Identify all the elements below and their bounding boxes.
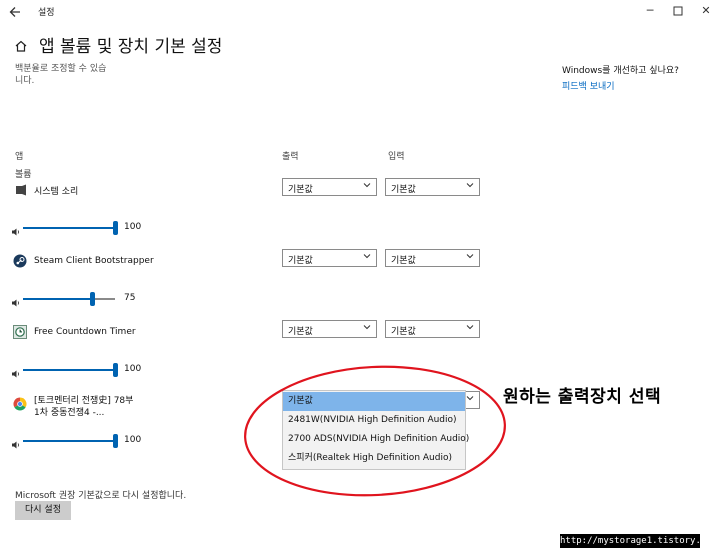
home-icon[interactable]: [14, 38, 28, 52]
dropdown-option-2700ads[interactable]: 2700 ADS(NVIDIA High Definition Audio): [283, 430, 469, 449]
reset-description: Microsoft 권장 기본값으로 다시 설정합니다.: [15, 491, 187, 501]
feedback-question: Windows를 개선하고 싶나요?: [562, 66, 679, 76]
speaker-icon: [11, 222, 21, 236]
output-select-steam[interactable]: 기본값: [282, 249, 377, 267]
column-header-output: 출력: [282, 152, 299, 162]
volume-slider-chrome[interactable]: [23, 440, 115, 442]
chevron-down-icon: [363, 254, 371, 259]
feedback-link[interactable]: 피드백 보내기: [562, 79, 615, 92]
reset-button[interactable]: 다시 설정: [15, 501, 71, 520]
column-header-app: 앱: [15, 152, 24, 162]
annotation-text: 원하는 출력장치 선택: [503, 387, 662, 407]
chevron-down-icon: [363, 325, 371, 330]
chevron-down-icon: [466, 183, 474, 188]
dropdown-option-speaker[interactable]: 스피커(Realtek High Definition Audio): [283, 449, 465, 468]
volume-slider-system-sounds[interactable]: [23, 227, 115, 229]
volume-label: 볼륨: [15, 170, 32, 180]
page-title: 앱 볼륨 및 장치 기본 설정: [39, 37, 223, 57]
volume-value: 75: [124, 293, 136, 303]
input-select-system-sounds[interactable]: 기본값: [385, 178, 480, 196]
volume-slider-rest: [92, 298, 115, 300]
app-name-system-sounds: 시스템 소리: [34, 187, 79, 197]
chevron-down-icon: [466, 254, 474, 259]
chevron-down-icon: [466, 325, 474, 330]
volume-slider-steam[interactable]: [23, 298, 92, 300]
speaker-icon: [11, 435, 21, 449]
chevron-down-icon: [363, 183, 371, 188]
volume-thumb[interactable]: [113, 221, 118, 235]
steam-icon: [13, 253, 27, 268]
chevron-down-icon: [466, 396, 474, 401]
volume-thumb[interactable]: [113, 434, 118, 448]
dropdown-option-default[interactable]: 기본값: [283, 392, 465, 411]
volume-thumb[interactable]: [90, 292, 95, 306]
system-sounds-icon: [14, 182, 28, 196]
title-bar: 설정 ─ ✕: [0, 0, 720, 22]
minimize-icon[interactable]: ─: [640, 3, 660, 19]
chrome-icon: [13, 396, 27, 411]
output-device-dropdown[interactable]: 기본값 2481W(NVIDIA High Definition Audio) …: [282, 390, 469, 470]
timer-icon: [13, 324, 27, 339]
window-title: 설정: [38, 8, 55, 18]
app-name-chrome-line-2: 1차 중동전쟁4 -...: [34, 408, 105, 418]
volume-thumb[interactable]: [113, 363, 118, 377]
close-icon[interactable]: ✕: [696, 3, 716, 19]
volume-slider-countdown-timer[interactable]: [23, 369, 115, 371]
input-select-steam[interactable]: 기본값: [385, 249, 480, 267]
speaker-icon: [11, 293, 21, 307]
dropdown-option-2481w[interactable]: 2481W(NVIDIA High Definition Audio): [283, 411, 465, 430]
back-arrow-icon[interactable]: [8, 4, 22, 18]
description-line-2: 니다.: [15, 76, 35, 86]
output-select-countdown-timer[interactable]: 기본값: [282, 320, 377, 338]
maximize-icon[interactable]: [668, 3, 688, 19]
output-select-system-sounds[interactable]: 기본값: [282, 178, 377, 196]
column-header-input: 입력: [388, 152, 405, 162]
volume-value: 100: [124, 222, 142, 232]
volume-value: 100: [124, 435, 142, 445]
app-name-countdown-timer: Free Countdown Timer: [34, 327, 136, 337]
speaker-icon: [11, 364, 21, 378]
input-select-countdown-timer[interactable]: 기본값: [385, 320, 480, 338]
watermark: http://mystorage1.tistory.com: [560, 534, 718, 548]
volume-value: 100: [124, 364, 142, 374]
app-name-steam: Steam Client Bootstrapper: [34, 256, 154, 266]
